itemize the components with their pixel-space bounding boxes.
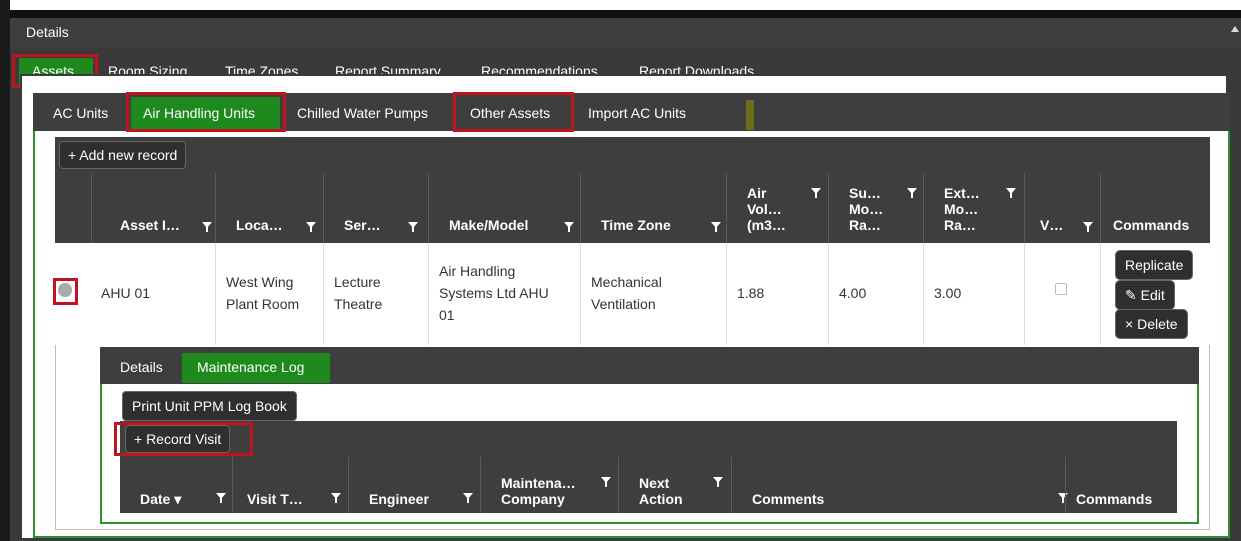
details-header[interactable]: Details <box>10 18 1241 48</box>
col-service[interactable]: Ser… <box>323 173 428 243</box>
col-maintenance-company[interactable]: Maintena… Company <box>480 457 618 513</box>
filter-icon[interactable] <box>711 222 721 232</box>
highlight-other-assets-tab <box>453 92 574 132</box>
table-row: AHU 01 West Wing Plant Room Lecture Thea… <box>55 243 1210 345</box>
col-location[interactable]: Loca… <box>215 173 323 243</box>
print-ppm-log-button[interactable]: Print Unit PPM Log Book <box>122 391 297 421</box>
delete-button[interactable]: × Delete <box>1115 309 1188 339</box>
filter-icon[interactable] <box>564 222 574 232</box>
col-asset-id[interactable]: Asset I… <box>91 173 215 243</box>
cell-air-volume: 1.88 <box>726 243 828 345</box>
filter-icon[interactable] <box>331 493 341 503</box>
col-commands: Commands <box>1100 173 1210 243</box>
maintenance-toolbar: + Record Visit <box>120 421 1177 457</box>
grid-header: Asset I… Loca… Ser… Make/Model Time Zone… <box>55 173 1210 243</box>
details-title: Details <box>26 24 69 40</box>
filter-icon[interactable] <box>907 188 917 198</box>
filter-icon[interactable] <box>1006 188 1016 198</box>
col-commands: Commands <box>1065 457 1177 513</box>
col-engineer[interactable]: Engineer <box>348 457 480 513</box>
cell-v <box>1024 243 1100 345</box>
replicate-button[interactable]: Replicate <box>1115 250 1194 280</box>
col-visit-type[interactable]: Visit T… <box>232 457 348 513</box>
filter-icon[interactable] <box>601 477 611 487</box>
cell-commands: Replicate ✎ Edit × Delete <box>1100 243 1210 345</box>
tab-import-ac-units[interactable]: Import AC Units <box>588 105 686 121</box>
highlight-record-visit <box>114 422 253 456</box>
highlight-expander <box>53 278 78 305</box>
top-border <box>0 10 1241 18</box>
collapse-caret-icon[interactable] <box>1231 26 1239 32</box>
close-icon: × <box>1125 316 1138 332</box>
pencil-icon: ✎ <box>1125 287 1141 303</box>
filter-icon[interactable] <box>1083 222 1093 232</box>
cell-service: Lecture Theatre <box>323 243 428 345</box>
grid-toolbar: + Add new record <box>55 137 1210 173</box>
col-supply-motor[interactable]: Su… Mo… Ra… <box>828 173 923 243</box>
cell-extract-motor: 3.00 <box>923 243 1024 345</box>
col-comments[interactable]: Comments <box>731 457 1068 513</box>
cell-location: West Wing Plant Room <box>215 243 323 345</box>
col-time-zone[interactable]: Time Zone <box>580 173 726 243</box>
col-v[interactable]: V… <box>1024 173 1100 243</box>
add-new-record-button[interactable]: + Add new record <box>59 141 187 169</box>
detail-tabs: Details Maintenance Log <box>100 347 1199 384</box>
maintenance-header: Date ▾ Visit T… Engineer Maintena… Compa… <box>120 457 1177 513</box>
tab-maintenance-log[interactable]: Maintenance Log <box>182 353 330 383</box>
filter-icon[interactable] <box>811 188 821 198</box>
filter-icon[interactable] <box>306 222 316 232</box>
tab-ac-units[interactable]: AC Units <box>53 105 108 121</box>
row-checkbox[interactable] <box>1055 283 1067 295</box>
col-air-volume[interactable]: Air Vol… (m3… <box>726 173 828 243</box>
cell-make-model: Air Handling Systems Ltd AHU 01 <box>428 243 580 345</box>
cell-supply-motor: 4.00 <box>828 243 923 345</box>
col-date[interactable]: Date ▾ <box>120 457 232 513</box>
filter-icon[interactable] <box>202 222 212 232</box>
left-border <box>0 0 10 541</box>
filter-icon[interactable] <box>408 222 418 232</box>
highlight-ahu-tab <box>126 92 286 132</box>
tab-marker <box>746 100 754 130</box>
filter-icon[interactable] <box>713 477 723 487</box>
tab-chilled-water-pumps[interactable]: Chilled Water Pumps <box>297 105 428 121</box>
tab-details[interactable]: Details <box>120 359 163 375</box>
filter-icon[interactable] <box>216 493 226 503</box>
edit-button[interactable]: ✎ Edit <box>1115 280 1175 310</box>
col-make-model[interactable]: Make/Model <box>428 173 580 243</box>
cell-asset-id: AHU 01 <box>101 285 151 301</box>
cell-time-zone: Mechanical Ventilation <box>580 243 726 345</box>
filter-icon[interactable] <box>463 493 473 503</box>
col-extract-motor[interactable]: Ext… Mo… Ra… <box>923 173 1024 243</box>
col-next-action[interactable]: Next Action <box>618 457 731 513</box>
